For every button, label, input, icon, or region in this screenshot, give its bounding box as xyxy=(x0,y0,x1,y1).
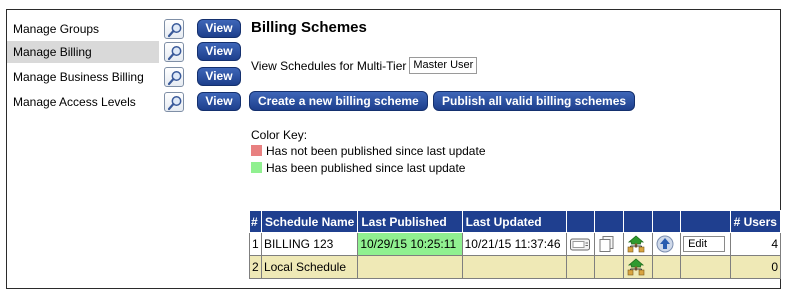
sidebar-item-manage-business-billing: Manage Business Billing View xyxy=(7,66,247,88)
billing-panel: Manage Groups View Manage Billing View M… xyxy=(6,9,782,289)
column-header-updated[interactable]: Last Updated xyxy=(461,210,567,233)
view-button[interactable]: View xyxy=(197,67,241,86)
user-count: 4 xyxy=(729,232,782,256)
color-key-label: Has been published since last update xyxy=(266,161,466,175)
tree-hierarchy-icon[interactable] xyxy=(626,235,646,253)
user-count: 0 xyxy=(729,255,782,279)
sidebar-item-manage-groups: Manage Groups View xyxy=(7,18,247,40)
column-header-users[interactable]: # Users xyxy=(729,210,782,233)
column-header-blank xyxy=(680,210,731,233)
column-header-blank xyxy=(622,210,653,233)
view-schedule-icon[interactable] xyxy=(569,235,590,253)
color-key-item-published: Has been published since last update xyxy=(251,161,465,175)
sidebar-item-label: Manage Billing xyxy=(7,41,159,63)
hierarchy-cell xyxy=(622,232,653,256)
green-swatch xyxy=(251,162,262,173)
color-key-title: Color Key: xyxy=(251,128,308,142)
table-row: 2 Local Schedule 0 xyxy=(249,255,782,279)
multi-tier-select[interactable]: Master User xyxy=(409,57,478,74)
schedule-name: Local Schedule xyxy=(260,255,359,279)
hierarchy-cell xyxy=(622,255,653,279)
table-row: 1 BILLING 123 10/29/15 10:25:11 10/21/15… xyxy=(249,232,782,256)
column-header-blank xyxy=(565,210,596,233)
column-header-name[interactable]: Schedule Name xyxy=(260,210,359,233)
create-billing-scheme-button[interactable]: Create a new billing scheme xyxy=(249,91,428,111)
view-schedule-cell xyxy=(565,232,596,256)
row-num: 1 xyxy=(249,232,262,256)
sidebar-item-manage-access-levels: Manage Access Levels View xyxy=(7,91,247,113)
last-updated: 10/21/15 11:37:46 xyxy=(461,232,567,256)
copy-icon[interactable] xyxy=(597,235,617,253)
schedule-name: BILLING 123 xyxy=(260,232,359,256)
last-published: 10/29/15 10:25:11 xyxy=(357,232,463,256)
color-key-item-unpublished: Has not been published since last update xyxy=(251,144,486,158)
magnifier-icon[interactable] xyxy=(164,92,184,112)
page-title: Billing Schemes xyxy=(251,19,367,36)
sidebar-item-label: Manage Access Levels xyxy=(13,95,136,109)
column-header-blank xyxy=(651,210,682,233)
edit-button[interactable]: Edit xyxy=(683,236,726,252)
sidebar-item-label: Manage Business Billing xyxy=(13,70,144,84)
last-published xyxy=(357,255,463,279)
column-header-published[interactable]: Last Published xyxy=(357,210,463,233)
column-header-num: # xyxy=(249,210,262,233)
last-updated xyxy=(461,255,567,279)
view-button[interactable]: View xyxy=(197,42,241,61)
multi-tier-filter: View Schedules for Multi-Tier Master User xyxy=(251,57,478,75)
magnifier-icon[interactable] xyxy=(164,42,184,62)
view-button[interactable]: View xyxy=(197,92,241,111)
magnifier-icon[interactable] xyxy=(164,19,184,39)
upload-cell xyxy=(651,232,682,256)
upload-arrow-icon[interactable] xyxy=(655,235,675,253)
table-header-row: # Schedule Name Last Published Last Upda… xyxy=(249,210,782,233)
view-button[interactable]: View xyxy=(197,19,241,38)
row-num: 2 xyxy=(249,255,262,279)
red-swatch xyxy=(251,145,262,156)
empty-cell xyxy=(680,255,731,279)
color-key-label: Has not been published since last update xyxy=(266,144,486,158)
empty-cell xyxy=(651,255,682,279)
magnifier-icon[interactable] xyxy=(164,67,184,87)
copy-cell xyxy=(594,232,624,256)
sidebar-item-manage-billing: Manage Billing View xyxy=(7,41,247,63)
multi-tier-label: View Schedules for Multi-Tier xyxy=(251,59,407,73)
sidebar-item-label: Manage Groups xyxy=(13,22,100,36)
empty-cell xyxy=(594,255,624,279)
edit-cell: Edit xyxy=(680,232,731,256)
empty-cell xyxy=(565,255,596,279)
billing-schedules-table: # Schedule Name Last Published Last Upda… xyxy=(249,210,782,279)
tree-hierarchy-icon[interactable] xyxy=(626,258,646,276)
publish-all-button[interactable]: Publish all valid billing schemes xyxy=(433,91,636,111)
column-header-blank xyxy=(594,210,624,233)
